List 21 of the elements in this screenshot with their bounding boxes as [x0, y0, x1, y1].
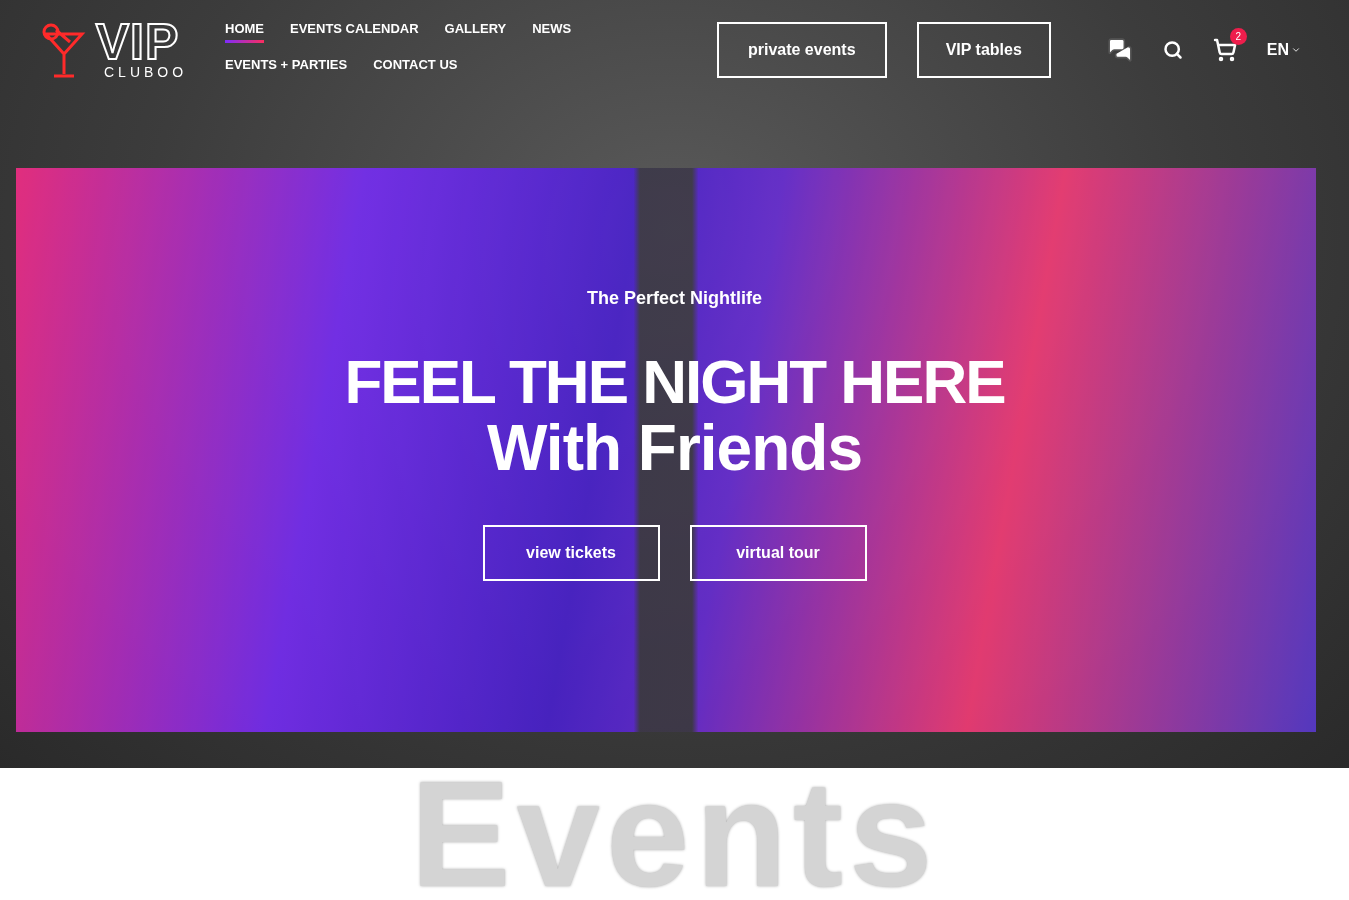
outline-button[interactable]: private events: [716, 22, 887, 78]
cart-icon[interactable]: [1212, 38, 1237, 62]
outline-button[interactable]: view tickets: [482, 525, 660, 581]
nav-link[interactable]: EVENTS CALENDAR: [290, 21, 419, 43]
nav-link[interactable]: NEWS: [532, 21, 572, 43]
outline-button[interactable]: VIP tables: [916, 22, 1051, 78]
nav-link[interactable]: GALLERY: [444, 21, 507, 43]
chevron-down-icon: [1291, 45, 1301, 55]
nav-link[interactable]: HOME: [225, 21, 264, 43]
cart-count-badge: 2: [1229, 28, 1247, 45]
section-heading: Events: [410, 774, 939, 894]
nav-link[interactable]: CONTACT US: [373, 57, 458, 79]
hero-title: FEEL THE NIGHT HERE: [344, 349, 1005, 415]
outline-button[interactable]: virtual tour: [689, 525, 867, 581]
language-selector[interactable]: EN: [1266, 41, 1301, 59]
search-icon[interactable]: [1162, 40, 1183, 60]
logo-wordmark: VIP: [95, 20, 180, 64]
logo-subtitle: CLUBOO: [104, 64, 188, 80]
nav-link[interactable]: EVENTS + PARTIES: [225, 57, 348, 79]
hero-subtitle: With Friends: [487, 415, 862, 481]
chat-icon[interactable]: [1106, 37, 1133, 63]
